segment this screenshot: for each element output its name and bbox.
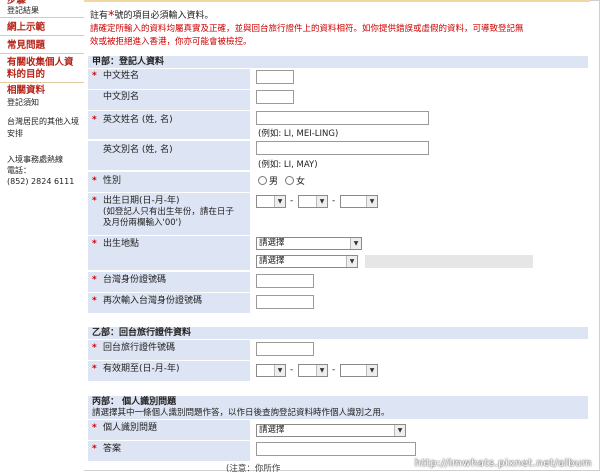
row-field-bg: (例如: LI, MAY): [251, 141, 584, 170]
row-label-bg: * 有效期至(日-月-年): [88, 361, 250, 381]
sidebar-divider: [0, 82, 84, 83]
intro-warning-2: 效或被拒絕進入香港，你亦可能會被檢控。: [90, 37, 252, 47]
sidebar-item-other-entry-2[interactable]: 安排: [7, 128, 23, 139]
sidebar-item-registration-notes[interactable]: 登記須知: [7, 97, 39, 108]
sidebar-divider: [0, 17, 84, 18]
row-label-bg: * 回台旅行證件號碼: [88, 340, 250, 360]
english-name-label: 英文姓名 (姓, 名): [103, 115, 173, 125]
dob-month-select[interactable]: ▼: [298, 195, 328, 208]
hotline-title: 入境事務處熱線: [7, 155, 63, 164]
dob-note-1: (如登記人只有出生年份，請在日子: [103, 207, 234, 217]
sidebar-item-faq[interactable]: 常見問題: [7, 40, 45, 51]
row-label-bg: * 中文姓名: [88, 69, 250, 89]
dob-separator: -: [290, 196, 294, 206]
sidebar-divider: [0, 53, 84, 54]
row-field-bg: [251, 272, 584, 292]
sidebar-divider: [0, 35, 84, 36]
expiry-day-select[interactable]: ▼: [256, 364, 286, 377]
chinese-alias-input[interactable]: [256, 90, 294, 104]
dob-year-select[interactable]: ▼: [340, 195, 378, 208]
english-alias-input[interactable]: [256, 141, 429, 155]
sex-label: 性別: [103, 176, 122, 186]
dob-day-select[interactable]: ▼: [256, 195, 286, 208]
top-rule: [84, 0, 590, 2]
sidebar: 步驟 登記結果 網上示範 常見問題 有關收集個人資 料的目的 相關資料 登記須知…: [0, 0, 84, 471]
row-label-bg: * 再次輸入台灣身份證號碼: [88, 293, 250, 313]
hotline-number: (852) 2824 6111: [7, 177, 75, 186]
row-field-bg: (例如: LI, MEI-LING): [251, 111, 584, 139]
row-field-bg: ▼ - ▼ - ▼: [251, 361, 584, 381]
sidebar-item-online-demo[interactable]: 網上示範: [7, 22, 45, 33]
row-field-bg: [251, 293, 584, 313]
row-label-bg: * 性別: [88, 172, 250, 192]
section-b-title: 乙部：回台旅行證件資料: [88, 327, 588, 339]
intro: 註有*號的項目必須輸入資料。 請確定所輸入的資料均屬真實及正確，並與回台旅行證件…: [90, 10, 580, 49]
section-a-title: 甲部：登記人資料: [88, 56, 588, 68]
id-answer-input[interactable]: [256, 442, 416, 456]
row-field-bg: [251, 90, 584, 110]
intro-warning-1: 請確定所輸入的資料均屬真實及正確，並與回台旅行證件上的資料相符。如你提供錯誤或虛…: [90, 24, 524, 34]
watermark: http://imwhats.pixnet.net/album: [414, 458, 592, 469]
english-alias-example: (例如: LI, MAY): [258, 160, 318, 170]
sex-male-radio[interactable]: 男: [258, 176, 278, 188]
id-question-select[interactable]: 請選擇 ▼: [256, 424, 406, 437]
row-field-bg: [251, 69, 584, 89]
travel-doc-number-label: 回台旅行證件號碼: [103, 343, 176, 353]
row-field-bg: 請選擇 ▼: [251, 420, 584, 440]
intro-prefix: 註有: [90, 11, 109, 21]
taiwan-id-label: 台灣身份證號碼: [103, 275, 167, 285]
expiry-separator: -: [332, 365, 336, 375]
id-answer-label: 答案: [103, 444, 122, 454]
sidebar-item-related-info[interactable]: 相關資料: [7, 85, 45, 96]
taiwan-id-input[interactable]: [256, 274, 314, 288]
sidebar-item-data-purpose-1[interactable]: 有關收集個人資: [7, 57, 74, 68]
taiwan-id-confirm-label: 再次輸入台灣身份證號碼: [103, 296, 203, 306]
sex-female-radio[interactable]: 女: [285, 176, 305, 188]
main-form: 註有*號的項目必須輸入資料。 請確定所輸入的資料均屬真實及正確，並與回台旅行證件…: [84, 0, 590, 471]
row-label-bg: 中文別名: [88, 90, 250, 110]
travel-doc-number-input[interactable]: [256, 342, 314, 356]
row-label-bg: * 個人識別問題: [88, 420, 250, 440]
row-field-bg: [251, 340, 584, 360]
dob-separator: -: [332, 196, 336, 206]
birthplace-label: 出生地點: [103, 239, 140, 249]
sidebar-item-other-entry-1[interactable]: 台灣居民的其他入境: [7, 116, 79, 127]
dob-note-2: 及月份兩欄輸入'00'): [103, 218, 182, 228]
sidebar-item-registration-result[interactable]: 登記結果: [7, 5, 39, 16]
expiry-year-select[interactable]: ▼: [340, 364, 378, 377]
birthplace-region-select[interactable]: 請選擇 ▼: [256, 255, 358, 268]
bottom-note: (注意：你所作: [226, 464, 281, 474]
chinese-alias-label: 中文別名: [103, 92, 140, 102]
intro-suffix: 號的項目必須輸入資料。: [114, 11, 214, 21]
dob-label: 出生日期(日-月-年): [103, 196, 180, 206]
row-field-bg: ▼ - ▼ - ▼: [251, 193, 584, 235]
section-c-title: 丙部： 個人識別問題: [88, 396, 588, 408]
hotline-label: 電話：: [7, 166, 31, 175]
birthplace-detail-disabled: [365, 255, 533, 268]
row-label-bg: 英文別名 (姓, 名): [88, 141, 250, 170]
chinese-name-label: 中文姓名: [103, 71, 140, 81]
english-alias-label: 英文別名 (姓, 名): [103, 145, 173, 155]
sidebar-item-data-purpose-2[interactable]: 料的目的: [7, 69, 45, 80]
expiry-separator: -: [290, 365, 294, 375]
row-label-bg: * 台灣身份證號碼: [88, 272, 250, 292]
id-question-label: 個人識別問題: [103, 423, 158, 433]
english-name-example: (例如: LI, MEI-LING): [258, 129, 339, 139]
birthplace-country-select[interactable]: 請選擇 ▼: [256, 237, 362, 250]
chinese-name-input[interactable]: [256, 70, 294, 84]
section-c-subtitle: 請選擇其中一條個人識別問題作答，以作日後查詢登記資料時作個人識別之用。: [88, 408, 588, 419]
row-label-bg: * 答案: [88, 441, 250, 461]
taiwan-id-confirm-input[interactable]: [256, 295, 314, 309]
row-label-bg: * 英文姓名 (姓, 名): [88, 111, 250, 139]
row-field-bg: 請選擇 ▼ 請選擇 ▼: [251, 236, 584, 270]
row-field-bg: 男 女: [251, 172, 584, 192]
expiry-label: 有效期至(日-月-年): [103, 364, 180, 374]
row-label-bg: * 出生地點: [88, 236, 250, 270]
row-label-bg: * 出生日期(日-月-年) (如登記人只有出生年份，請在日子 及月份兩欄輸入'00…: [88, 193, 250, 235]
english-name-input[interactable]: [256, 111, 429, 125]
expiry-month-select[interactable]: ▼: [298, 364, 328, 377]
